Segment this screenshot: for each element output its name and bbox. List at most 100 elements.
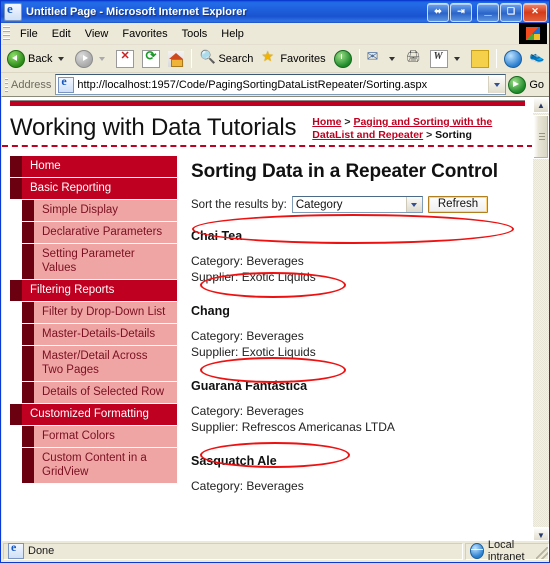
product-category: Category: Beverages [191, 404, 304, 418]
globe-icon [470, 543, 484, 559]
windows-flag-logo [519, 23, 547, 44]
window-controls: ⬌ ⇥ _ ❑ ✕ [427, 1, 547, 22]
sidebar-nav: Home Basic Reporting Simple Display Decl… [2, 147, 177, 484]
product-item: Chang Category: Beverages Supplier: Exot… [191, 304, 523, 360]
chevron-down-icon [411, 202, 418, 207]
sort-select-dropdown-button[interactable] [405, 197, 422, 212]
sidebar-item-home[interactable]: Home [10, 156, 177, 178]
favorites-button[interactable]: Favorites [257, 48, 329, 68]
shoe-icon [530, 49, 546, 67]
home-button[interactable] [164, 50, 188, 68]
content-heading: Sorting Data in a Repeater Control [191, 161, 498, 182]
forward-button[interactable] [71, 49, 112, 69]
edit-word-button[interactable] [426, 49, 467, 69]
toolbar-separator [191, 49, 193, 68]
breadcrumb-sep-2: > [423, 129, 436, 141]
scrollbar-thumb[interactable] [533, 115, 549, 159]
menu-view[interactable]: View [78, 26, 116, 42]
scrollbar-track[interactable] [533, 113, 549, 527]
search-icon [199, 49, 215, 67]
window-title: Untitled Page - Microsoft Internet Explo… [26, 6, 247, 18]
search-button[interactable]: Search [195, 49, 257, 68]
menu-tools[interactable]: Tools [175, 26, 215, 42]
toolbar-separator-2 [358, 49, 360, 68]
sidebar-item-custom-content-in-a-gridview[interactable]: Custom Content in a GridView [22, 448, 177, 484]
menu-favorites[interactable]: Favorites [115, 26, 174, 42]
minimize-glyph: _ [484, 1, 492, 17]
restore-group-button[interactable]: ⬌ [427, 2, 449, 22]
product-name: Chai Tea [191, 229, 243, 243]
go-label: Go [529, 78, 544, 91]
history-button[interactable] [330, 49, 356, 69]
sidebar-item-declarative-parameters[interactable]: Declarative Parameters [22, 222, 177, 244]
maximize-button[interactable]: ❑ [500, 2, 522, 22]
product-item: Sasquatch Ale Category: Beverages [191, 454, 523, 495]
messenger-button[interactable] [500, 49, 526, 69]
page-header: Working with Data Tutorials Home > Pagin… [2, 106, 533, 147]
go-button[interactable]: Go [508, 75, 549, 94]
sidebar-item-simple-display[interactable]: Simple Display [22, 200, 177, 222]
back-history-chevron-down-icon[interactable] [58, 56, 65, 61]
address-input[interactable]: http://localhost:1957/Code/PagingSorting… [77, 79, 488, 91]
page-vertical-scrollbar[interactable]: ▲ ▼ [532, 97, 549, 543]
chevron-down-icon [494, 82, 501, 87]
menubar-grip[interactable] [3, 26, 10, 41]
stop-icon [116, 49, 135, 68]
menu-file[interactable]: File [13, 26, 45, 42]
close-button[interactable]: ✕ [523, 2, 547, 22]
maximize-glyph: ❑ [506, 5, 516, 16]
mail-button[interactable] [363, 48, 402, 68]
breadcrumb-home-link[interactable]: Home [312, 116, 341, 128]
product-supplier: Supplier: Refrescos Americanas LTDA [191, 420, 395, 434]
printer-icon [406, 49, 422, 67]
sidebar-item-setting-parameter-values[interactable]: Setting Parameter Values [22, 244, 177, 280]
status-message-cell: Done [3, 540, 463, 560]
sort-select[interactable]: Category [291, 196, 423, 213]
restore-group-glyph: ⬌ [434, 5, 442, 16]
product-supplier: Supplier: Exotic Liquids [191, 270, 316, 284]
menu-edit[interactable]: Edit [45, 26, 78, 42]
sort-label: Sort the results by: [191, 198, 287, 211]
menu-help[interactable]: Help [214, 26, 251, 42]
resize-grip[interactable] [536, 547, 548, 559]
window-titlebar: Untitled Page - Microsoft Internet Explo… [1, 1, 549, 23]
star-icon [261, 48, 277, 67]
product-spacer [191, 438, 523, 454]
forward-history-chevron-down-icon[interactable] [99, 56, 106, 61]
history-icon [333, 49, 352, 68]
stop-button[interactable] [112, 49, 138, 69]
group-window-button[interactable]: ⇥ [450, 2, 472, 22]
close-icon: ✕ [531, 5, 539, 16]
web-page: Working with Data Tutorials Home > Pagin… [2, 97, 533, 543]
sidebar-item-customized-formatting[interactable]: Customized Formatting [10, 404, 177, 426]
status-message: Done [28, 545, 55, 557]
sidebar-item-master-details-details[interactable]: Master-Details-Details [22, 324, 177, 346]
edit-chevron-down-icon[interactable] [453, 56, 460, 61]
sidebar-item-filter-by-dropdown-list[interactable]: Filter by Drop-Down List [22, 302, 177, 324]
go-arrow-icon [508, 75, 527, 94]
sidebar-item-format-colors[interactable]: Format Colors [22, 426, 177, 448]
messenger-icon [503, 49, 522, 68]
scroll-up-arrow-icon[interactable]: ▲ [533, 97, 549, 113]
minimize-button[interactable]: _ [477, 1, 499, 22]
product-spacer [191, 363, 523, 379]
sidebar-item-details-of-selected-row[interactable]: Details of Selected Row [22, 382, 177, 404]
print-button[interactable] [402, 49, 426, 68]
refresh-button[interactable]: Refresh [427, 196, 489, 213]
refresh-page-button[interactable] [138, 48, 164, 69]
product-category: Category: Beverages [191, 254, 304, 268]
search-label: Search [218, 52, 254, 65]
sidebar-item-basic-reporting[interactable]: Basic Reporting [10, 178, 177, 200]
product-name: Chang [191, 304, 230, 318]
address-label: Address [11, 78, 52, 91]
shoe-button[interactable] [526, 49, 549, 68]
mail-chevron-down-icon[interactable] [388, 56, 395, 61]
main-content: Sorting Data in a Repeater Control Sort … [177, 147, 533, 498]
back-button[interactable]: Back [3, 49, 71, 69]
address-input-box[interactable]: http://localhost:1957/Code/PagingSorting… [55, 74, 507, 95]
notes-button[interactable] [467, 49, 493, 69]
forward-arrow-icon [75, 49, 94, 68]
sidebar-item-filtering-reports[interactable]: Filtering Reports [10, 280, 177, 302]
address-history-dropdown[interactable] [488, 76, 506, 93]
sidebar-item-master-detail-across-two-pages[interactable]: Master/Detail Across Two Pages [22, 346, 177, 382]
